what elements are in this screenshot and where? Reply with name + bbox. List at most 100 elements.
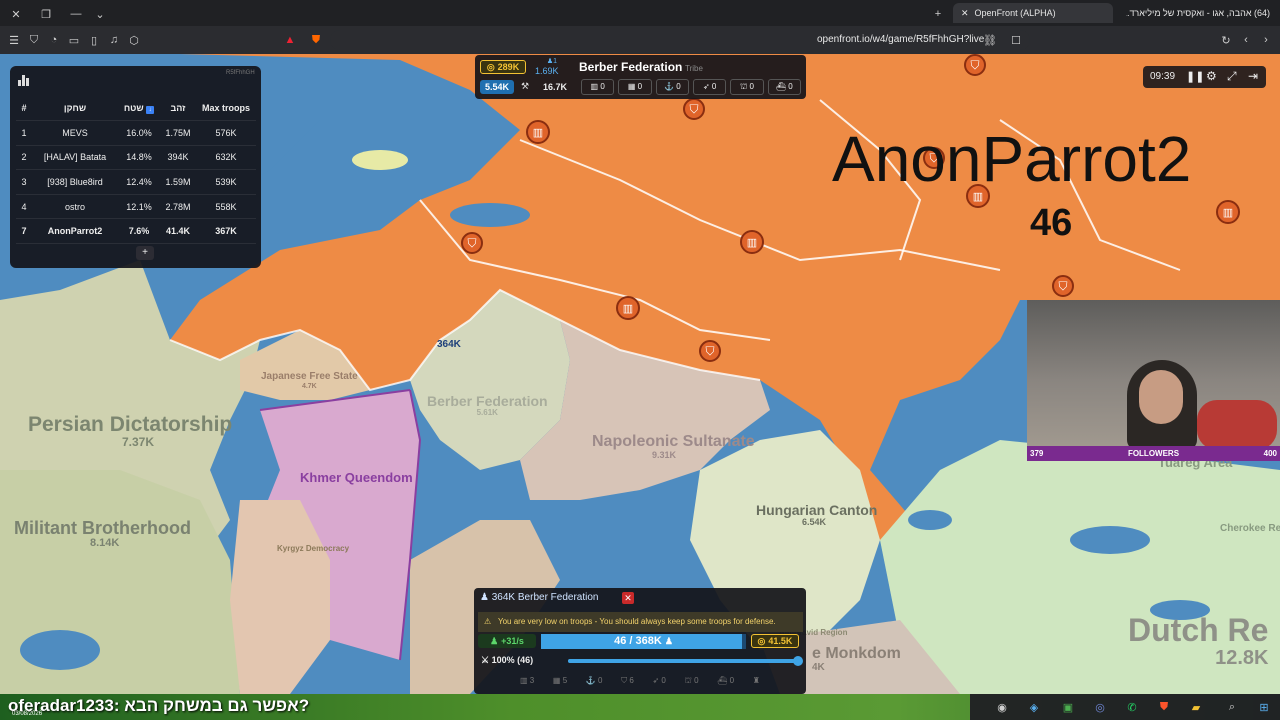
- missile-build-button[interactable]: ➶ 0: [652, 676, 665, 690]
- build-menu: ▥ 3 ▦ 5 ⚓ 0 ⛉ 6 ➶ 0 ⛫ 0 ⛴ 0 ♜: [520, 676, 760, 690]
- header-troops[interactable]: Max troops: [196, 96, 256, 121]
- bookmark-icon[interactable]: ☐: [1008, 32, 1024, 48]
- minimize-window-icon[interactable]: —: [68, 6, 84, 22]
- followers-label: FOLLOWERS: [1127, 449, 1180, 458]
- header-gold[interactable]: זהב: [160, 96, 196, 121]
- tab-openfront[interactable]: ✕ OpenFront (ALPHA): [953, 3, 1113, 23]
- factory-icon[interactable]: ▥: [740, 230, 764, 254]
- troops-small-value: 1.69K: [535, 66, 559, 76]
- troop-marker: 364K: [437, 339, 461, 350]
- shield-icon[interactable]: ⛉: [26, 32, 42, 48]
- region-label: Cherokee Rege: [1220, 523, 1280, 534]
- menu-icon[interactable]: ☰: [6, 32, 22, 48]
- header-rank[interactable]: #: [16, 96, 32, 121]
- tab-list-chevron-icon[interactable]: ⌄: [92, 6, 108, 22]
- forward-icon[interactable]: ›: [1258, 32, 1274, 48]
- leaderboard-panel: R5fFhhGH # שחקן שטח ↓ זהב Max troops 1 M…: [10, 66, 261, 268]
- table-header-row: # שחקן שטח ↓ זהב Max troops: [16, 96, 256, 121]
- brave-rewards-icon[interactable]: ▲: [282, 32, 298, 48]
- brave-icon[interactable]: ⛊: [1156, 699, 1172, 715]
- link-icon[interactable]: ⛓: [982, 32, 998, 48]
- land-cell: 16.0%: [126, 127, 152, 138]
- factory-icon[interactable]: ▥: [526, 120, 550, 144]
- tab-youtube[interactable]: (64) אהבה, אגו - ואקסית של מיליארד...: [1118, 3, 1278, 23]
- port-stat: ⚓ 0: [655, 79, 689, 95]
- reload-icon[interactable]: ↻: [1218, 32, 1234, 48]
- table-row[interactable]: 4 ostro 12.1% 2.78M 558K: [16, 194, 256, 219]
- sidebar-icon[interactable]: ▯: [86, 32, 102, 48]
- warship-build-button[interactable]: ⛴ 0: [717, 676, 734, 690]
- table-row[interactable]: 3 [938] Blue8ird 12.4% 1.59M 539K: [16, 170, 256, 195]
- region-label: Japanese Free State 4.7K: [261, 371, 358, 390]
- land-cell: 12.1%: [126, 201, 152, 212]
- extensions-icon[interactable]: ⬡: [126, 32, 142, 48]
- bar-chart-icon[interactable]: [18, 72, 32, 86]
- defense-post-icon[interactable]: ⛉: [1052, 275, 1074, 297]
- troop-rate-badge: ♟ +31/s: [478, 634, 536, 648]
- factory-icon[interactable]: ▥: [1216, 200, 1240, 224]
- game-id-label: R5fFhhGH: [226, 70, 255, 76]
- leaderboard-table: # שחקן שטח ↓ זהב Max troops 1 MEVS 16.0%…: [16, 96, 256, 244]
- sam-build-button[interactable]: ♜: [753, 676, 760, 690]
- player-cell: ostro: [64, 201, 85, 212]
- fullscreen-icon[interactable]: ⤢: [1227, 69, 1237, 84]
- folder-icon[interactable]: ▰: [1188, 699, 1204, 715]
- pause-icon[interactable]: ❚❚: [1186, 70, 1204, 83]
- sword-icon: ⚔: [481, 655, 490, 665]
- defense-build-button[interactable]: ⛉ 6: [621, 676, 634, 690]
- player-cell: [HALAV] Batata: [43, 152, 107, 163]
- factory-icon[interactable]: ▥: [616, 296, 640, 320]
- steam-icon[interactable]: ◈: [1026, 699, 1042, 715]
- wallet-icon[interactable]: ▭: [66, 32, 82, 48]
- followers-goal: 400: [1263, 449, 1277, 458]
- history-icon[interactable]: ◔: [46, 32, 62, 48]
- brave-shield-icon[interactable]: ⛊: [308, 32, 324, 48]
- table-row[interactable]: 2 [HALAV] Batata 14.8% 394K 632K: [16, 145, 256, 170]
- defense-post-icon[interactable]: ⛉: [683, 98, 705, 120]
- header-player[interactable]: שחקן: [32, 96, 118, 121]
- music-icon[interactable]: ♫: [106, 32, 122, 48]
- restore-window-icon[interactable]: ❐: [38, 6, 54, 22]
- gold-badge: ◎ 41.5K: [751, 634, 799, 648]
- gold-cell: 1.75M: [165, 127, 191, 138]
- troops-cell: 367K: [215, 226, 237, 237]
- cancel-attack-button[interactable]: ✕: [622, 592, 634, 604]
- header-land[interactable]: שטח ↓: [118, 96, 160, 121]
- close-window-icon[interactable]: ✕: [8, 6, 24, 22]
- player-troop-count: 46: [1030, 202, 1073, 244]
- city-stat: ▥ 0: [581, 79, 615, 95]
- troop-icon: ♟: [480, 592, 489, 603]
- settings-icon[interactable]: ⚙: [1206, 69, 1217, 83]
- back-icon[interactable]: ‹: [1238, 32, 1254, 48]
- port-build-button[interactable]: ⚓ 0: [586, 676, 603, 690]
- table-row[interactable]: 7 AnonParrot2 7.6% 41.4K 367K: [16, 219, 256, 244]
- expand-leaderboard-button[interactable]: +: [136, 246, 154, 260]
- defense-post-icon[interactable]: ⛉: [964, 54, 986, 76]
- gold-cell: 1.59M: [165, 177, 191, 188]
- whatsapp-icon[interactable]: ✆: [1124, 699, 1140, 715]
- url-text[interactable]: openfront.io/w4/game/R5fFhhGH?live: [817, 34, 984, 45]
- factory-build-button[interactable]: ▦ 5: [553, 676, 567, 690]
- discord-icon[interactable]: ◎: [1092, 699, 1108, 715]
- sort-icon[interactable]: ↓: [146, 105, 155, 114]
- troops-text: 46 / 368K ♟: [614, 635, 673, 647]
- obs-icon[interactable]: ◉: [994, 699, 1010, 715]
- silo-build-button[interactable]: ⛫ 0: [685, 676, 699, 690]
- coin-icon: ◎: [757, 635, 766, 646]
- table-row[interactable]: 1 MEVS 16.0% 1.75M 576K: [16, 121, 256, 146]
- region-label: Hungarian Canton 6.54K: [756, 502, 878, 527]
- gold-value: 41.5K: [768, 636, 793, 646]
- city-build-button[interactable]: ▥ 3: [520, 676, 534, 690]
- missile-stat: ➶ 0: [692, 79, 727, 95]
- region-label: Dutch Re 12.8K: [1128, 612, 1269, 669]
- browser-toolbar: ☰ ⛉ ◔ ▭ ▯ ♫ ⬡ ▲ ⛊ ▤ openfront.io/w4/game…: [0, 26, 1280, 54]
- app-icon[interactable]: ▣: [1060, 699, 1076, 715]
- attack-ratio-slider-handle[interactable]: [793, 656, 803, 666]
- windows-start-icon[interactable]: ⊞: [1256, 699, 1272, 715]
- defense-post-icon[interactable]: ⛉: [461, 232, 483, 254]
- defense-post-icon[interactable]: ⛉: [699, 340, 721, 362]
- search-icon[interactable]: ⌕: [1224, 699, 1240, 715]
- new-tab-icon[interactable]: +: [930, 6, 946, 22]
- tab-close-icon[interactable]: ✕: [961, 8, 969, 19]
- exit-icon[interactable]: ⇥: [1248, 69, 1258, 83]
